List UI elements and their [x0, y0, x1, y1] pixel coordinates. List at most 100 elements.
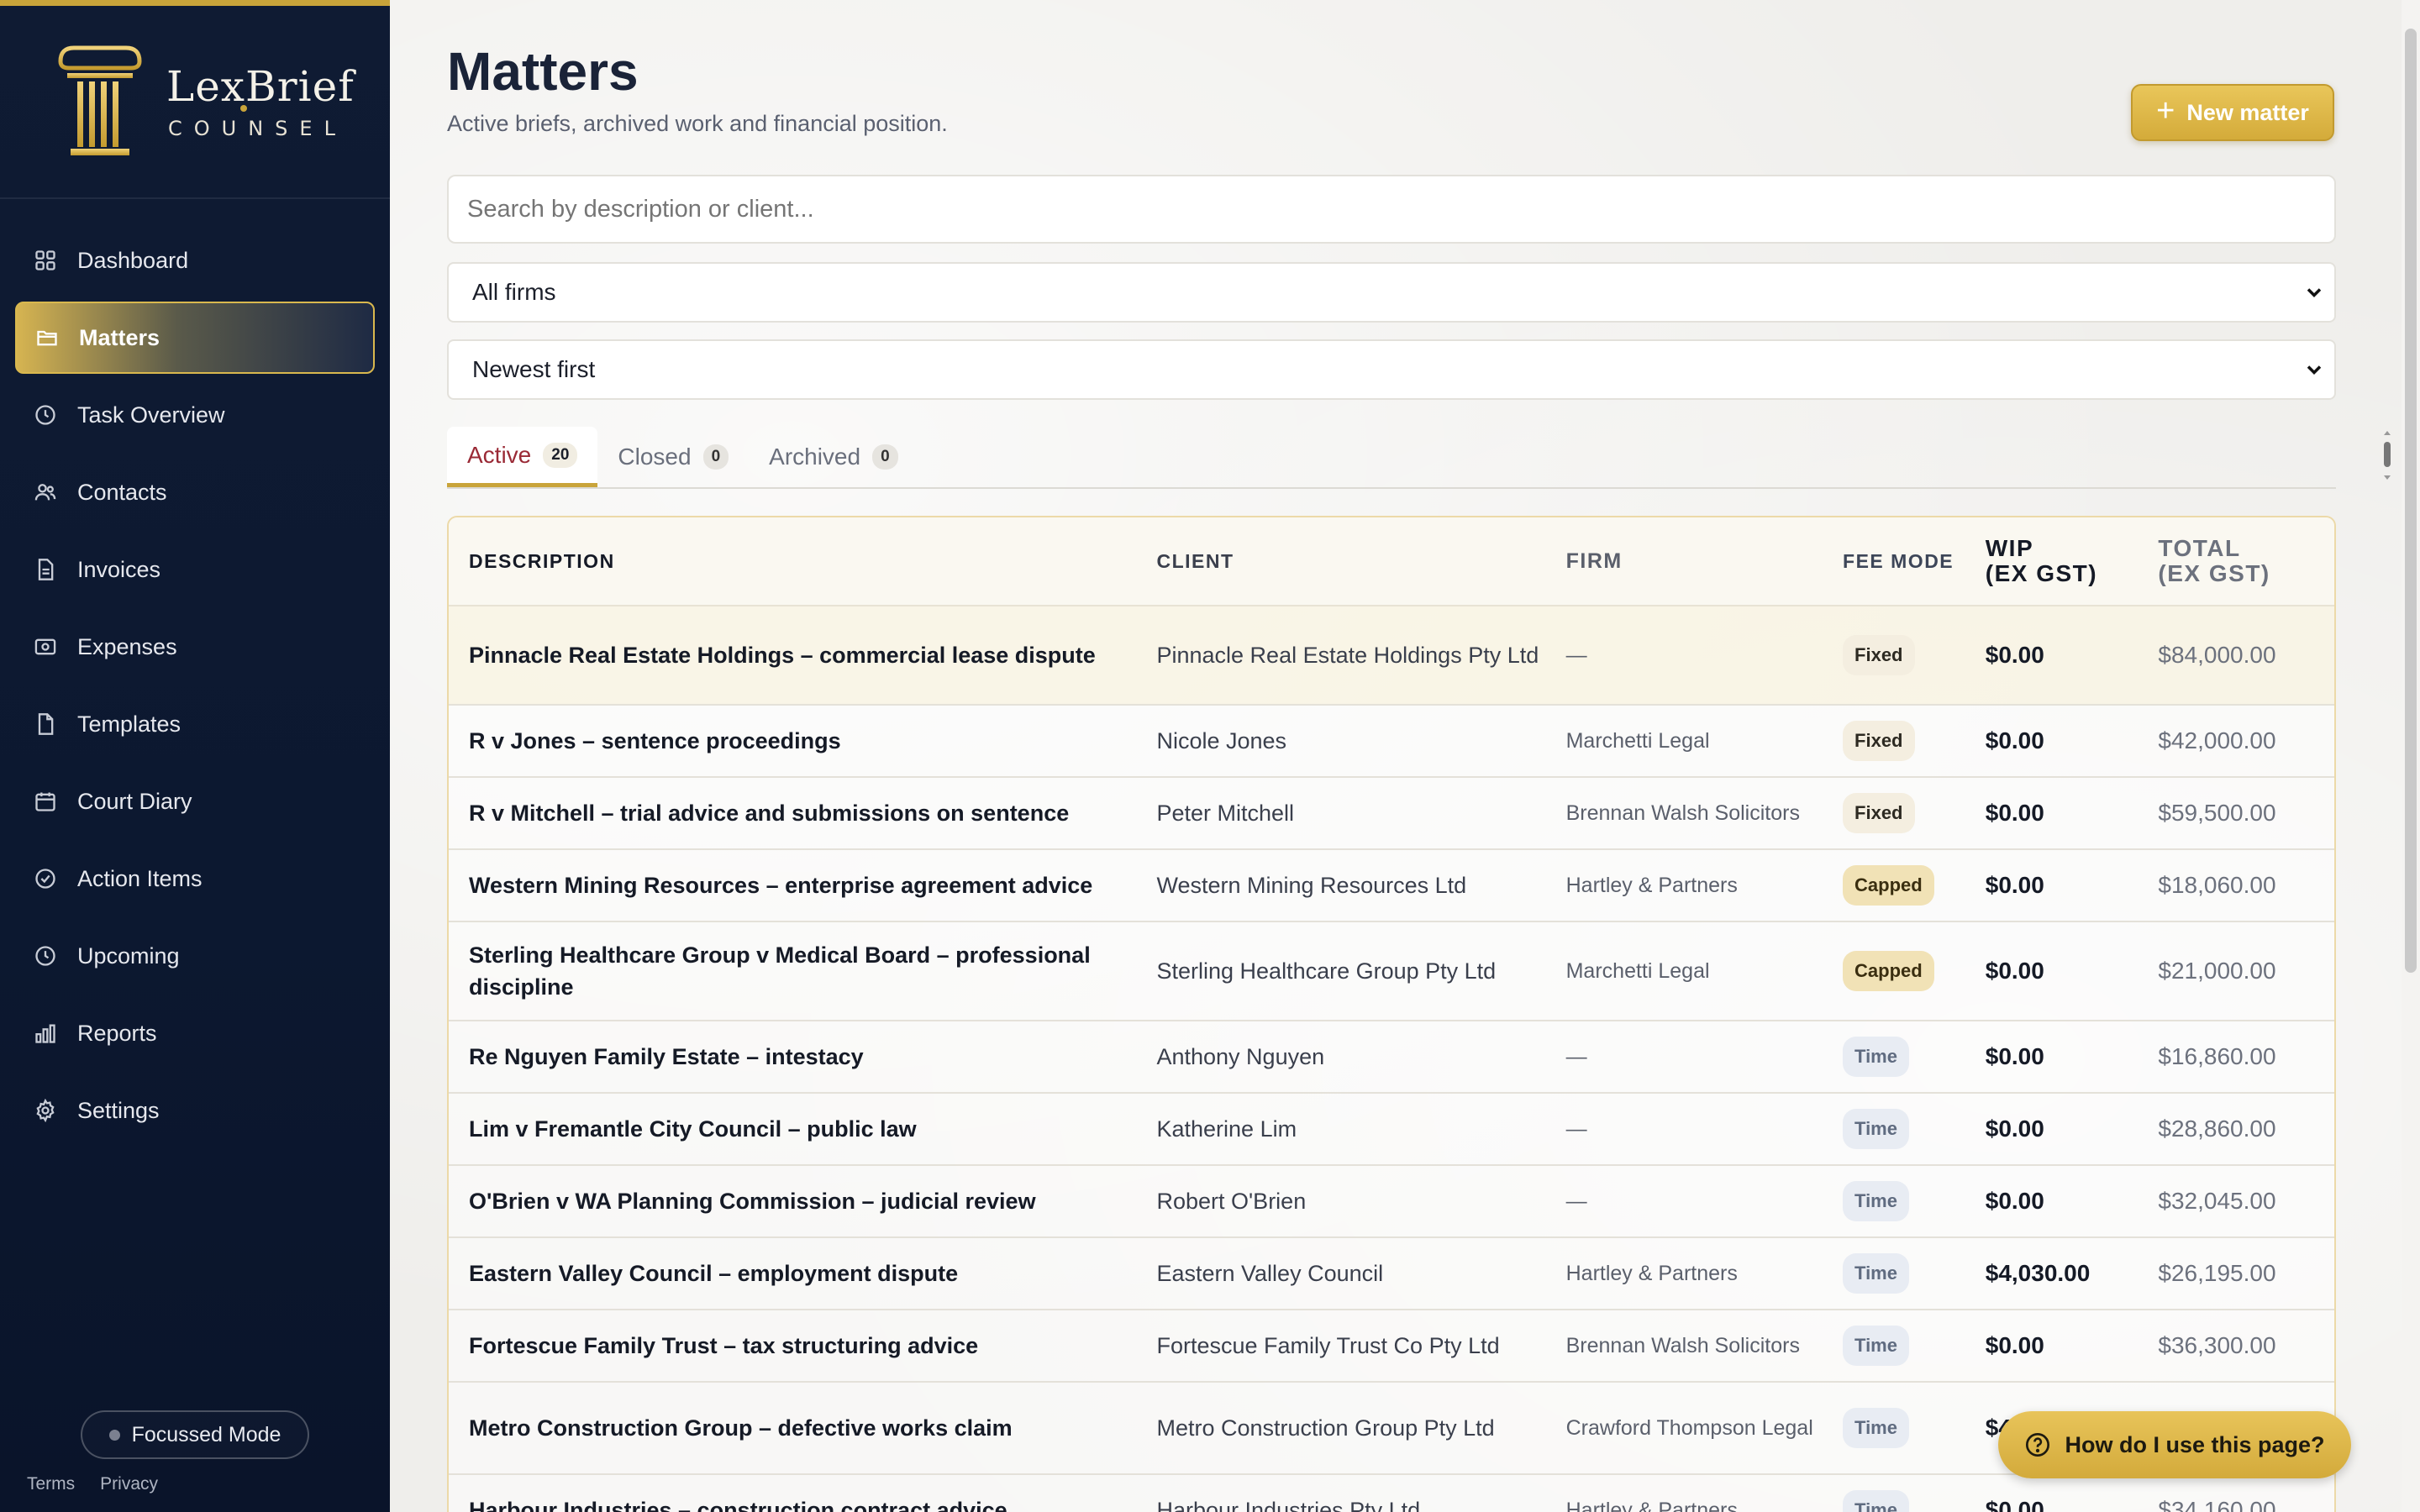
sort-select[interactable]: Newest first [447, 339, 2336, 400]
new-matter-button[interactable]: + New matter [2131, 84, 2334, 141]
fee-mode-badge: Fixed [1843, 793, 1915, 833]
check-circle-icon [35, 869, 55, 889]
table-row[interactable]: Western Mining Resources – enterprise ag… [449, 850, 2334, 922]
help-button-label: How do I use this page? [2065, 1431, 2325, 1457]
matter-wip: $0.00 [1985, 1116, 2044, 1142]
matter-total: $42,000.00 [2158, 727, 2276, 753]
table-row[interactable]: Harbour Industries – construction contra… [449, 1475, 2334, 1512]
sidebar-item-action-items[interactable]: Action Items [15, 843, 375, 915]
tab-label: Archived [769, 444, 861, 470]
calendar-icon [35, 792, 55, 811]
table-row[interactable]: Lim v Fremantle City Council – public la… [449, 1094, 2334, 1166]
matter-client: Eastern Valley Council [1156, 1261, 1384, 1286]
folder-icon [37, 330, 57, 346]
sidebar-item-expenses[interactable]: Expenses [15, 611, 375, 683]
tab-count-badge: 0 [872, 444, 898, 470]
scrollbar-thumb[interactable] [2405, 29, 2417, 973]
matter-wip: $0.00 [1985, 1497, 2044, 1512]
matter-client: Harbour Industries Pty Ltd [1156, 1498, 1421, 1512]
clock-icon [35, 405, 55, 425]
sidebar-item-dashboard[interactable]: Dashboard [15, 224, 375, 297]
table-row[interactable]: Eastern Valley Council – employment disp… [449, 1238, 2334, 1310]
bar-chart-icon [35, 1024, 55, 1043]
matter-firm: Brennan Walsh Solicitors [1565, 801, 1800, 825]
matter-description: Western Mining Resources – enterprise ag… [469, 873, 1093, 898]
sidebar: LexBrief COUNSEL Dashboard Matters Task … [0, 0, 390, 1512]
pillar-logo-icon [58, 45, 142, 155]
file-icon [38, 713, 54, 735]
sidebar-item-court-diary[interactable]: Court Diary [15, 765, 375, 837]
matter-description: Sterling Healthcare Group v Medical Boar… [469, 942, 1091, 1000]
table-row[interactable]: R v Jones – sentence proceedings Nicole … [449, 706, 2334, 778]
matter-description: Fortescue Family Trust – tax structuring… [469, 1333, 979, 1358]
matter-wip: $0.00 [1985, 1332, 2044, 1358]
matter-firm: — [1565, 1189, 1587, 1213]
tab-scroll-indicator[interactable] [2381, 427, 2393, 486]
table-row[interactable]: Pinnacle Real Estate Holdings – commerci… [449, 606, 2334, 706]
page-scrollbar[interactable] [2402, 0, 2420, 1512]
chevron-down-icon [2307, 288, 2322, 297]
matter-wip: $0.00 [1985, 642, 2044, 668]
matter-wip: $0.00 [1985, 800, 2044, 826]
grid-icon [35, 250, 55, 270]
table-row[interactable]: R v Mitchell – trial advice and submissi… [449, 778, 2334, 850]
column-header-fee-mode[interactable]: FEE MODE [1823, 549, 1965, 574]
fee-mode-badge: Time [1843, 1490, 1909, 1512]
receipt-icon [34, 638, 56, 655]
sidebar-item-matters[interactable]: Matters [15, 302, 375, 374]
matter-firm: — [1565, 643, 1587, 667]
table-row[interactable]: Re Nguyen Family Estate – intestacy Anth… [449, 1021, 2334, 1094]
sidebar-item-templates[interactable]: Templates [15, 688, 375, 760]
brand-logo[interactable]: LexBrief COUNSEL [0, 6, 390, 199]
tab-archived[interactable]: Archived 0 [749, 427, 918, 487]
matter-client: Fortescue Family Trust Co Pty Ltd [1156, 1333, 1500, 1358]
brand-subtitle: COUNSEL [166, 105, 355, 140]
matter-description: Metro Construction Group – defective wor… [469, 1415, 1013, 1441]
fee-mode-badge: Time [1843, 1037, 1909, 1077]
sidebar-item-settings[interactable]: Settings [15, 1074, 375, 1147]
sidebar-item-label: Task Overview [77, 402, 225, 428]
sidebar-item-reports[interactable]: Reports [15, 997, 375, 1069]
fee-mode-badge: Time [1843, 1326, 1909, 1366]
tab-label: Active [467, 441, 532, 468]
table-row[interactable]: O'Brien v WA Planning Commission – judic… [449, 1166, 2334, 1238]
search-input[interactable] [447, 175, 2336, 244]
matter-total: $26,195.00 [2158, 1260, 2276, 1286]
column-header-client[interactable]: CLIENT [1136, 549, 1545, 574]
footer-links: Terms Privacy [27, 1474, 158, 1494]
column-header-description[interactable]: DESCRIPTION [449, 549, 1136, 574]
sidebar-item-label: Upcoming [77, 942, 180, 969]
tab-closed[interactable]: Closed 0 [597, 427, 749, 487]
matter-wip: $0.00 [1985, 1188, 2044, 1214]
column-header-wip[interactable]: WIP (EX GST) [1965, 536, 2139, 586]
privacy-link[interactable]: Privacy [100, 1474, 158, 1494]
sidebar-item-upcoming[interactable]: Upcoming [15, 920, 375, 992]
matters-table: DESCRIPTION CLIENT FIRM FEE MODE WIP (EX … [447, 516, 2336, 1512]
fee-mode-badge: Capped [1843, 951, 1934, 991]
matter-description: Pinnacle Real Estate Holdings – commerci… [469, 643, 1096, 668]
column-header-total[interactable]: TOTAL (EX GST) [2138, 536, 2334, 586]
fee-mode-badge: Fixed [1843, 635, 1915, 675]
matter-description: R v Jones – sentence proceedings [469, 728, 841, 753]
matter-firm: Hartley & Partners [1565, 1499, 1738, 1512]
sidebar-item-task-overview[interactable]: Task Overview [15, 379, 375, 451]
matter-client: Metro Construction Group Pty Ltd [1156, 1415, 1495, 1441]
table-header: DESCRIPTION CLIENT FIRM FEE MODE WIP (EX … [449, 517, 2334, 606]
sidebar-item-invoices[interactable]: Invoices [15, 533, 375, 606]
matter-wip: $0.00 [1985, 958, 2044, 984]
sidebar-item-contacts[interactable]: Contacts [15, 456, 375, 528]
sidebar-item-label: Dashboard [77, 247, 189, 273]
question-circle-icon [2026, 1433, 2050, 1457]
firm-select[interactable]: All firms [447, 262, 2336, 323]
help-button[interactable]: How do I use this page? [1998, 1411, 2351, 1478]
table-row[interactable]: Fortescue Family Trust – tax structuring… [449, 1310, 2334, 1383]
matter-total: $18,060.00 [2158, 872, 2276, 898]
table-row[interactable]: Sterling Healthcare Group v Medical Boar… [449, 922, 2334, 1021]
matter-description: O'Brien v WA Planning Commission – judic… [469, 1189, 1036, 1214]
column-header-firm[interactable]: FIRM [1546, 547, 1823, 575]
sidebar-item-label: Invoices [77, 556, 161, 582]
tab-active[interactable]: Active 20 [447, 427, 598, 487]
focussed-mode-toggle[interactable]: Focussed Mode [81, 1410, 309, 1459]
terms-link[interactable]: Terms [27, 1474, 75, 1494]
matter-total: $32,045.00 [2158, 1188, 2276, 1214]
